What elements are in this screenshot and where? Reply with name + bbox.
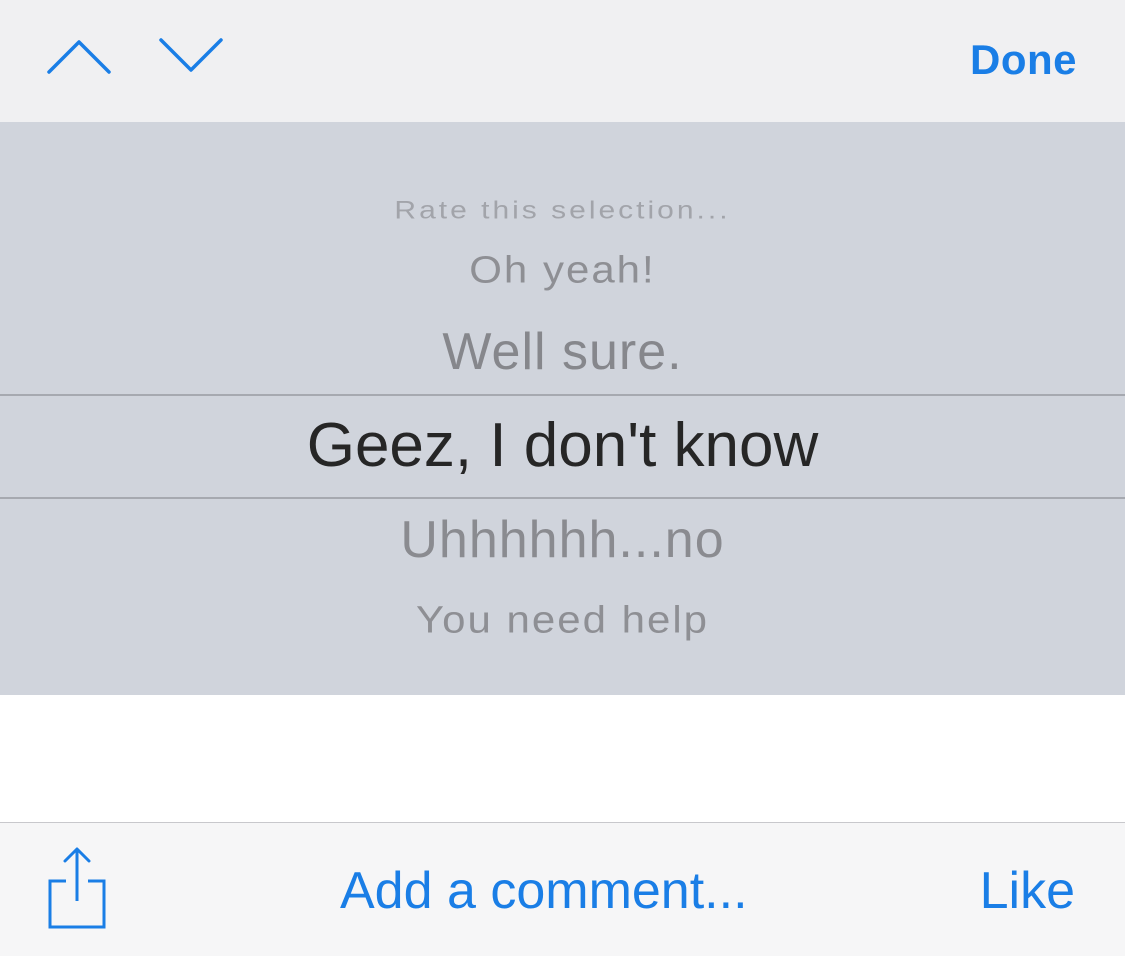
picker-option-placeholder[interactable]: Rate this selection...: [0, 197, 1125, 225]
share-button[interactable]: [44, 845, 110, 931]
like-button[interactable]: Like: [980, 861, 1075, 921]
add-comment-button[interactable]: Add a comment...: [340, 861, 748, 921]
picker-option[interactable]: You need help: [0, 598, 1125, 641]
chevron-down-icon: [159, 38, 223, 72]
picker-option[interactable]: Oh yeah!: [0, 248, 1125, 291]
picker-option-selected[interactable]: Geez, I don't know: [0, 410, 1125, 481]
next-field-button[interactable]: [156, 30, 226, 80]
chevron-up-icon: [47, 40, 111, 74]
previous-field-button[interactable]: [44, 30, 114, 80]
done-button[interactable]: Done: [970, 36, 1077, 84]
bottom-action-bar: Add a comment... Like: [0, 822, 1125, 956]
share-icon: [48, 847, 106, 929]
selection-indicator-bottom: [0, 497, 1125, 499]
picker-option[interactable]: Well sure.: [0, 322, 1125, 382]
picker-option[interactable]: Uhhhhhh...no: [0, 510, 1125, 570]
rating-picker[interactable]: Rate this selection... Oh yeah! Well sur…: [0, 122, 1125, 695]
selection-indicator-top: [0, 394, 1125, 396]
picker-toolbar: Done: [0, 0, 1125, 122]
